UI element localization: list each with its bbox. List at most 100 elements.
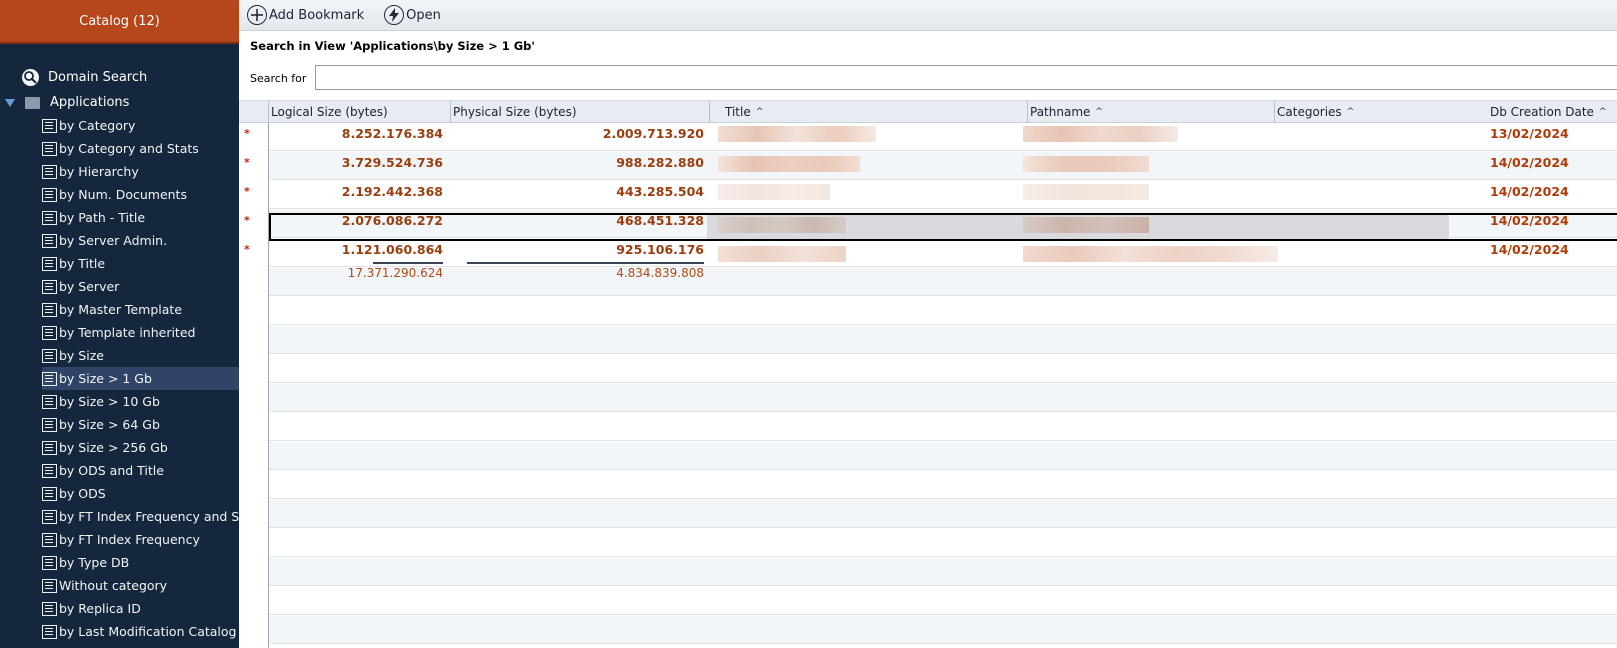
- sidebar-view-label: by Category: [59, 118, 136, 133]
- sidebar-view-label: by Server: [59, 279, 120, 294]
- sidebar-view-item[interactable]: Without category: [42, 574, 239, 597]
- nav-applications[interactable]: Applications: [0, 91, 239, 114]
- view-icon: [42, 532, 57, 547]
- sidebar-view-item[interactable]: by Hierarchy: [42, 160, 239, 183]
- table-row[interactable]: [269, 181, 1617, 209]
- view-icon: [42, 279, 57, 294]
- table-row: [269, 500, 1617, 528]
- redacted-pathname: [1023, 156, 1149, 172]
- view-icon: [42, 302, 57, 317]
- view-icon: [42, 256, 57, 271]
- sidebar-view-item[interactable]: by ODS: [42, 482, 239, 505]
- sidebar-view-label: by Size > 1 Gb: [59, 371, 152, 386]
- sidebar-view-item[interactable]: by Title: [42, 252, 239, 275]
- redacted-title: [718, 246, 846, 262]
- column-db-creation-date-label: Db Creation Date: [1490, 105, 1594, 119]
- grid-body: * 8.252.176.384 2.009.713.920 13/02/2024 * 3.…: [239, 123, 1617, 648]
- sidebar-view-item[interactable]: by Master Template: [42, 298, 239, 321]
- catalog-header[interactable]: Catalog (12): [0, 0, 239, 44]
- sidebar-view-label: by ODS: [59, 486, 106, 501]
- cell-logical-size: 3.729.524.736: [341, 155, 443, 170]
- magnifier-icon: [22, 69, 39, 86]
- sidebar-view-item[interactable]: by Category: [42, 114, 239, 137]
- grid-header: Logical Size (bytes) Physical Size (byte…: [239, 100, 1617, 123]
- sidebar-view-item[interactable]: by Size > 10 Gb: [42, 390, 239, 413]
- sidebar-view-item[interactable]: by Server: [42, 275, 239, 298]
- cell-logical-size: 1.121.060.864: [341, 242, 443, 257]
- search-input[interactable]: [315, 65, 1617, 90]
- sidebar-view-label: by Size > 64 Gb: [59, 417, 160, 432]
- sidebar-view-item[interactable]: by ODS and Title: [42, 459, 239, 482]
- redacted-pathname: [1023, 126, 1178, 142]
- column-pathname[interactable]: Pathname ^: [1027, 101, 1265, 123]
- column-logical-size[interactable]: Logical Size (bytes): [268, 101, 442, 123]
- nav-domain-search[interactable]: Domain Search: [0, 66, 239, 89]
- column-separator[interactable]: [709, 101, 716, 123]
- column-categories[interactable]: Categories ^: [1274, 101, 1480, 123]
- table-row: [269, 616, 1617, 644]
- column-db-creation-date[interactable]: Db Creation Date ^: [1488, 101, 1617, 123]
- sidebar-view-item[interactable]: by Type DB: [42, 551, 239, 574]
- cell-logical-size: 2.076.086.272: [341, 213, 443, 228]
- sidebar-view-label: by Category and Stats: [59, 141, 199, 156]
- sidebar-view-label: by FT Index Frequency and Size: [59, 509, 239, 524]
- sidebar-view-label: by Path - Title: [59, 210, 146, 225]
- sidebar-view-item[interactable]: by Replica ID: [42, 597, 239, 620]
- column-title-label: Title: [725, 105, 751, 119]
- sidebar-view-item[interactable]: by Size > 256 Gb: [42, 436, 239, 459]
- bookmark-add-icon: [247, 5, 267, 25]
- cell-db-creation-date: 14/02/2024: [1490, 184, 1569, 199]
- cell-db-creation-date: 13/02/2024: [1490, 126, 1569, 141]
- expand-triangle-icon[interactable]: [5, 98, 15, 107]
- selected-row-focus[interactable]: [269, 213, 1617, 241]
- view-icon: [42, 440, 57, 455]
- view-icon: [42, 417, 57, 432]
- navigation-pane: Catalog (12) Domain Search Applications …: [0, 0, 239, 648]
- sidebar-view-item[interactable]: by FT Index Frequency: [42, 528, 239, 551]
- unread-marker: *: [244, 185, 250, 198]
- sidebar-view-item[interactable]: by Last Modification Catalog: [42, 620, 239, 643]
- sidebar-view-item[interactable]: by Num. Documents: [42, 183, 239, 206]
- table-row[interactable]: [269, 152, 1617, 180]
- table-row: [269, 558, 1617, 586]
- column-title[interactable]: Title ^: [723, 101, 1026, 123]
- sidebar-view-item[interactable]: by Size > 1 Gb: [42, 367, 239, 390]
- sidebar-view-label: by FT Index Frequency: [59, 532, 200, 547]
- open-button[interactable]: Open: [384, 5, 441, 25]
- sidebar-view-label: by Hierarchy: [59, 164, 139, 179]
- sidebar-view-item[interactable]: by Server Admin.: [42, 229, 239, 252]
- view-icon: [42, 371, 57, 386]
- view-icon: [42, 164, 57, 179]
- sidebar-view-label: by Size > 256 Gb: [59, 440, 168, 455]
- table-row[interactable]: [269, 123, 1617, 151]
- column-pathname-label: Pathname: [1030, 105, 1091, 119]
- sidebar-view-item[interactable]: by FT Index Frequency and Size: [42, 505, 239, 528]
- view-icon: [42, 187, 57, 202]
- cell-db-creation-date: 14/02/2024: [1490, 242, 1569, 257]
- total-underline: [373, 262, 443, 264]
- unread-marker: *: [244, 214, 250, 227]
- view-icon: [42, 325, 57, 340]
- view-icon: [42, 555, 57, 570]
- add-bookmark-button[interactable]: Add Bookmark: [247, 5, 364, 25]
- table-row: [269, 355, 1617, 383]
- domain-search-label: Domain Search: [48, 70, 148, 85]
- column-physical-size[interactable]: Physical Size (bytes): [450, 101, 708, 123]
- table-row: [269, 268, 1617, 296]
- sidebar-view-item[interactable]: by Category and Stats: [42, 137, 239, 160]
- unread-marker: *: [244, 243, 250, 256]
- view-icon: [42, 578, 57, 593]
- sidebar-view-item[interactable]: by Size > 64 Gb: [42, 413, 239, 436]
- sidebar-view-label: by Master Template: [59, 302, 183, 317]
- view-icon: [42, 601, 57, 616]
- cell-physical-size: 468.451.328: [616, 213, 704, 228]
- cell-physical-size: 925.106.176: [616, 242, 704, 257]
- column-logical-size-label: Logical Size (bytes): [271, 105, 388, 119]
- view-icon: [42, 486, 57, 501]
- view-icon: [42, 233, 57, 248]
- unread-marker: *: [244, 156, 250, 169]
- sidebar-view-item[interactable]: by Path - Title: [42, 206, 239, 229]
- cell-physical-size: 443.285.504: [616, 184, 704, 199]
- sidebar-view-item[interactable]: by Template inherited: [42, 321, 239, 344]
- sidebar-view-item[interactable]: by Size: [42, 344, 239, 367]
